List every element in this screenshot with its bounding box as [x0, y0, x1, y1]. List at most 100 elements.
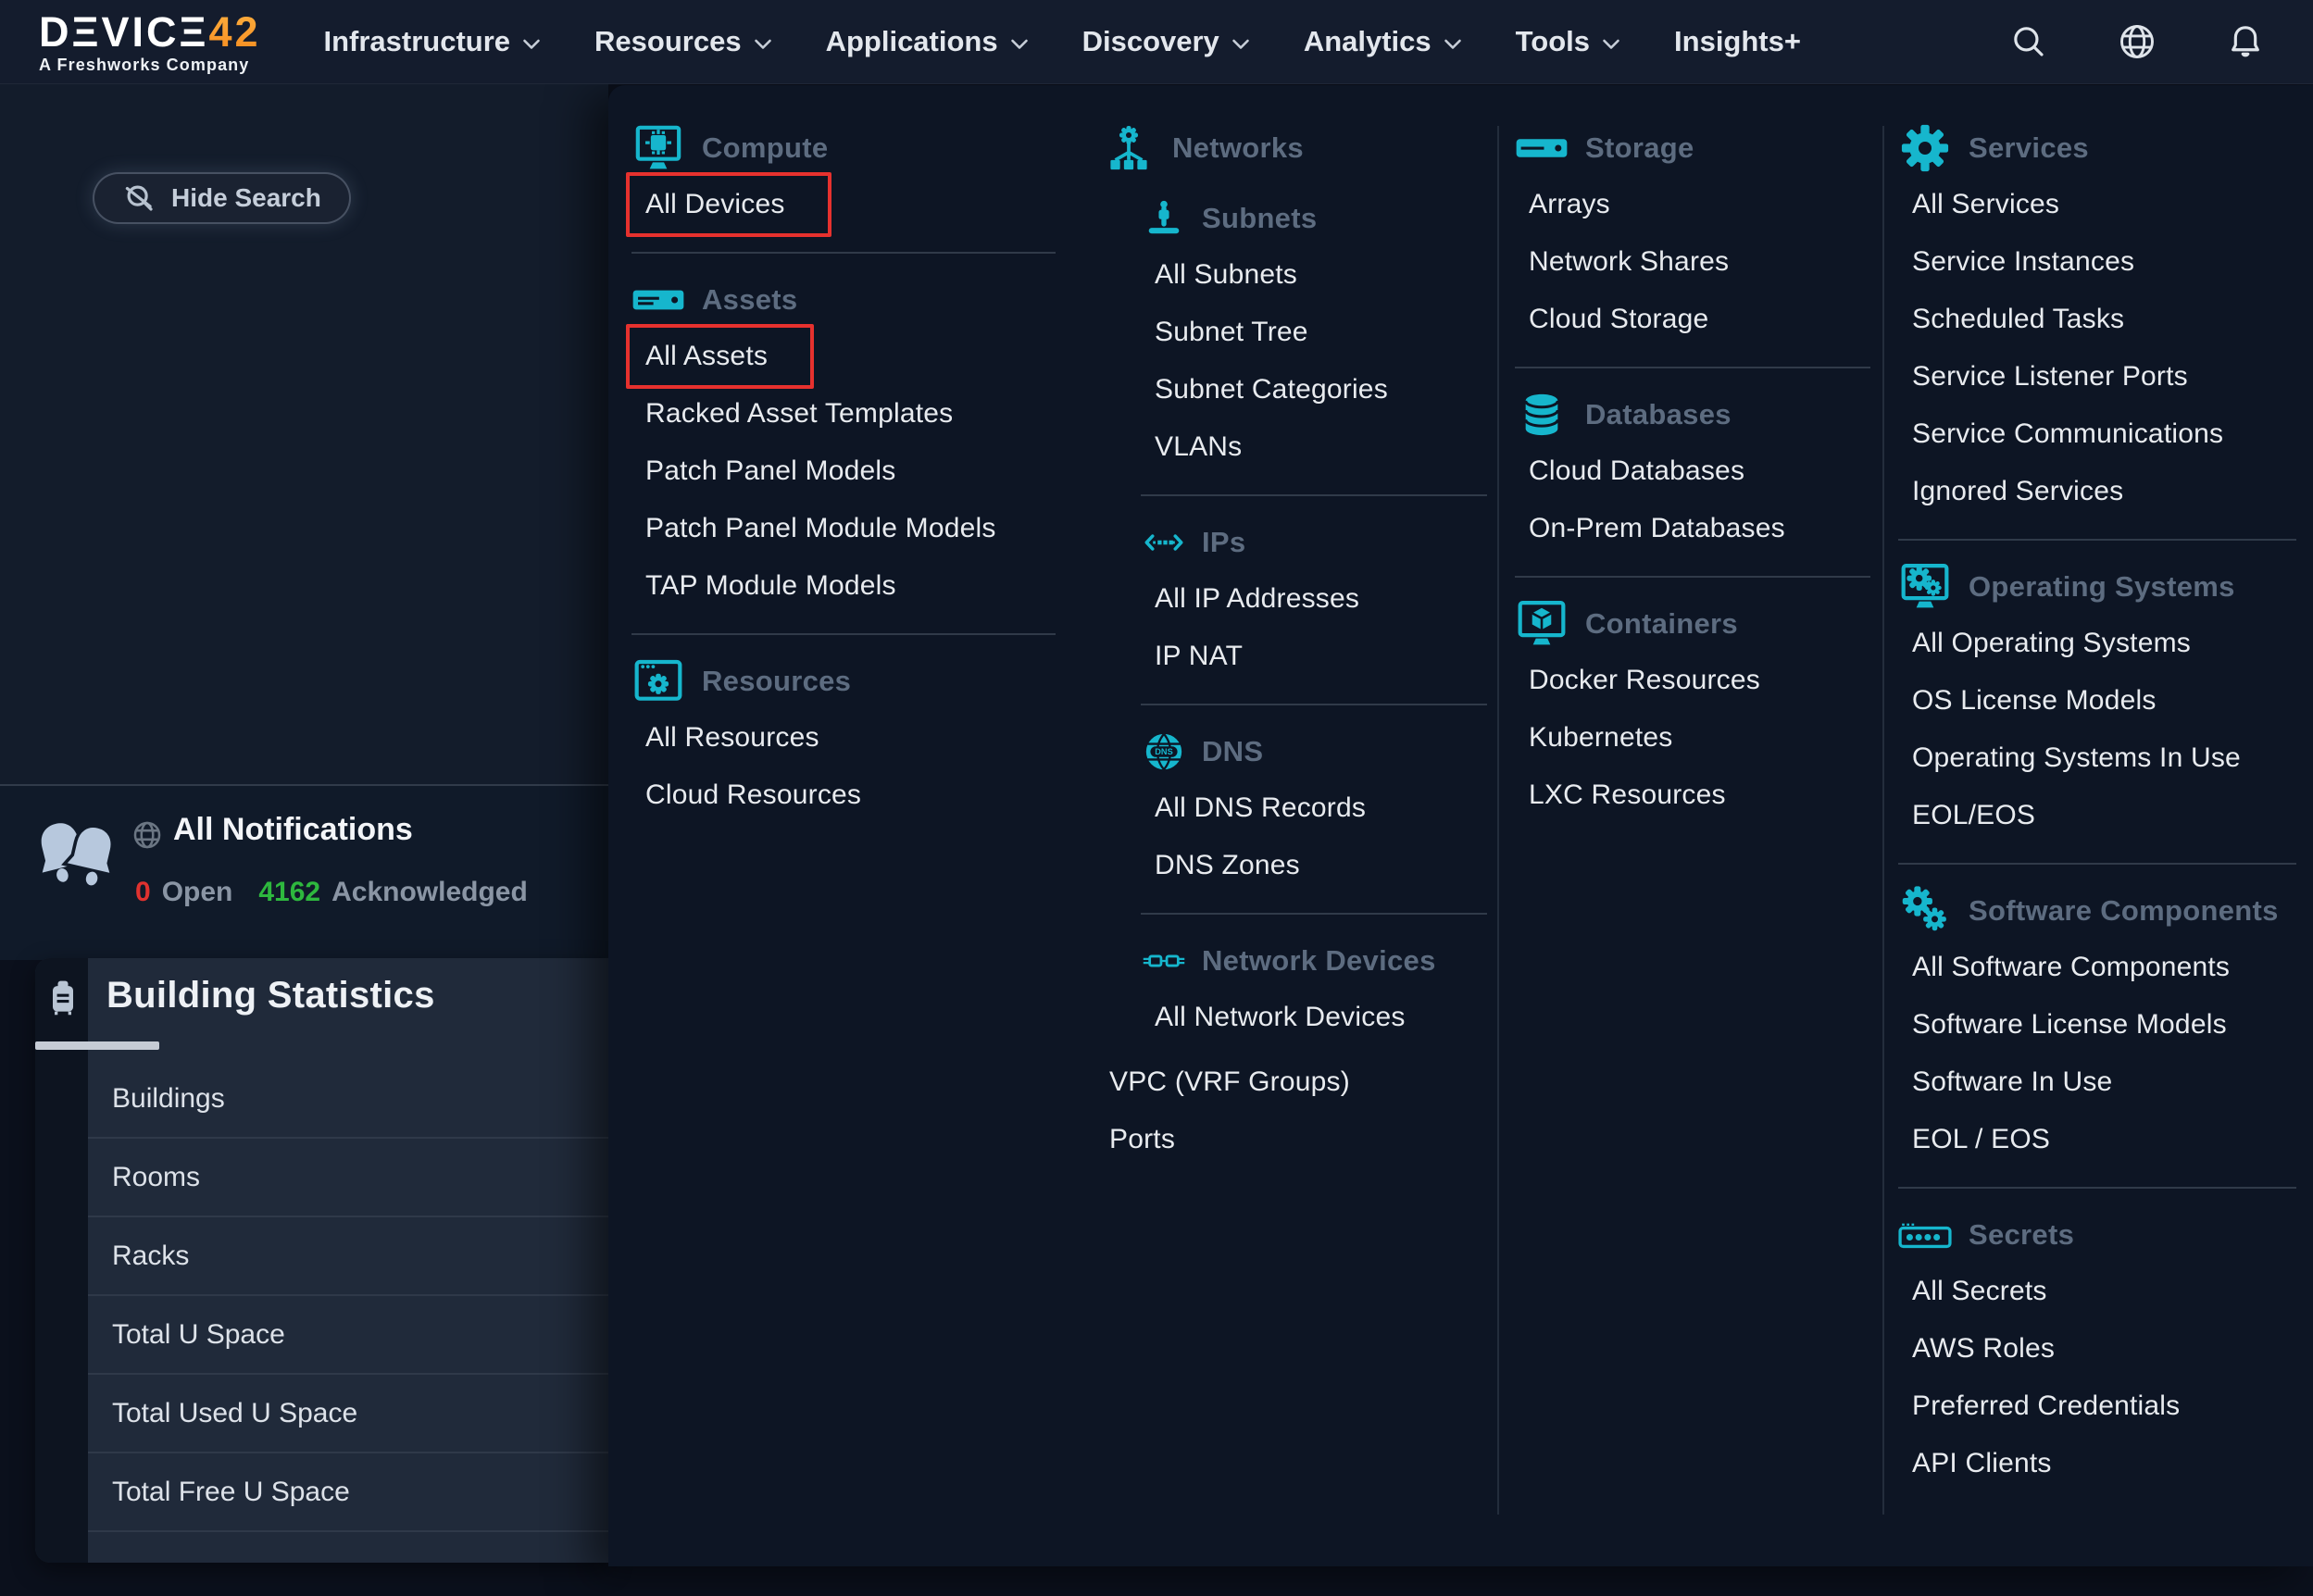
menu-item-all-secrets[interactable]: All Secrets [1898, 1263, 2296, 1320]
menu-section-header-resources: Resources [631, 654, 1056, 709]
menu-item-ip-nat[interactable]: IP NAT [1141, 628, 1487, 685]
menu-section-containers: ContainersDocker ResourcesKubernetesLXC … [1515, 596, 1870, 824]
menu-item-all-services[interactable]: All Services [1898, 176, 2296, 233]
menu-item-patch-panel-models[interactable]: Patch Panel Models [631, 443, 1056, 500]
menu-item-software-in-use[interactable]: Software In Use [1898, 1054, 2296, 1111]
menu-column-networks: Networks Subnets All SubnetsSubnet TreeSub… [1102, 120, 1487, 1168]
menu-item-all-devices[interactable]: All Devices [626, 172, 831, 237]
menu-item-ports[interactable]: Ports [1102, 1111, 1487, 1168]
menu-section-ips: IPsAll IP AddressesIP NAT [1102, 515, 1487, 705]
logo-wordmark: DΞVICΞ42 [39, 8, 261, 56]
globe-icon[interactable] [2117, 21, 2157, 62]
menu-item-preferred-credentials[interactable]: Preferred Credentials [1898, 1378, 2296, 1435]
menu-item-os-license-models[interactable]: OS License Models [1898, 672, 2296, 729]
menu-item-service-listener-ports[interactable]: Service Listener Ports [1898, 348, 2296, 405]
menu-item-ignored-services[interactable]: Ignored Services [1898, 463, 2296, 520]
nav-item-resources[interactable]: Resources [594, 25, 772, 58]
menu-item-all-dns-records[interactable]: All DNS Records [1141, 779, 1487, 837]
menu-item-tap-module-models[interactable]: TAP Module Models [631, 557, 1056, 615]
menu-section-dns: DNSDNSAll DNS RecordsDNS Zones [1102, 724, 1487, 915]
bell-icon[interactable] [2226, 22, 2265, 61]
notifications-title[interactable]: All Notifications [173, 812, 413, 848]
hide-search-button[interactable]: Hide Search [93, 172, 351, 224]
device42-logo[interactable]: DΞVICΞ42 A Freshworks Company [39, 11, 261, 73]
menu-item-cloud-resources[interactable]: Cloud Resources [631, 767, 1056, 824]
storage-icon [1515, 135, 1569, 161]
globe-icon [131, 819, 163, 851]
nav-item-tools[interactable]: Tools [1516, 25, 1620, 58]
building-statistics-rows: BuildingsRoomsRacksTotal U SpaceTotal Us… [88, 1060, 608, 1532]
section-divider [1515, 367, 1870, 368]
menu-item-all-software-components[interactable]: All Software Components [1898, 939, 2296, 996]
column-divider [1882, 126, 1884, 1515]
nav-item-infrastructure[interactable]: Infrastructure [324, 25, 542, 58]
menu-item-subnet-categories[interactable]: Subnet Categories [1141, 361, 1487, 418]
menu-item-all-subnets[interactable]: All Subnets [1141, 246, 1487, 304]
menu-section-title: Services [1969, 131, 2089, 165]
nav-item-discovery[interactable]: Discovery [1082, 25, 1250, 58]
chevron-down-icon [1602, 38, 1620, 51]
column-divider [1497, 126, 1499, 1515]
menu-item-vpc-vrf-groups[interactable]: VPC (VRF Groups) [1102, 1054, 1487, 1111]
menu-item-eol-eos[interactable]: EOL / EOS [1898, 1111, 2296, 1168]
menu-section-header-network-devices: Network Devices [1143, 933, 1487, 989]
menu-item-service-communications[interactable]: Service Communications [1898, 405, 2296, 463]
section-divider [631, 252, 1056, 254]
menu-section-title: Networks [1172, 131, 1304, 165]
chevron-down-icon [754, 38, 772, 51]
open-label: Open [162, 877, 233, 908]
menu-item-kubernetes[interactable]: Kubernetes [1515, 709, 1870, 767]
nav-item-applications[interactable]: Applications [826, 25, 1029, 58]
menu-item-patch-panel-module-models[interactable]: Patch Panel Module Models [631, 500, 1056, 557]
nav-item-analytics[interactable]: Analytics [1304, 25, 1462, 58]
menu-item-lxc-resources[interactable]: LXC Resources [1515, 767, 1870, 824]
section-divider [1898, 539, 2296, 541]
menu-section-title: Assets [702, 283, 797, 317]
chevron-down-icon [522, 38, 541, 51]
menu-section-subnets: Subnets All SubnetsSubnet TreeSubnet Cate… [1102, 191, 1487, 496]
menu-item-all-operating-systems[interactable]: All Operating Systems [1898, 615, 2296, 672]
menu-item-all-assets[interactable]: All Assets [626, 324, 814, 389]
menu-item-arrays[interactable]: Arrays [1515, 176, 1870, 233]
menu-item-service-instances[interactable]: Service Instances [1898, 233, 2296, 291]
menu-item-subnet-tree[interactable]: Subnet Tree [1141, 304, 1487, 361]
menu-item-vlans[interactable]: VLANs [1141, 418, 1487, 476]
menu-item-all-network-devices[interactable]: All Network Devices [1141, 989, 1487, 1046]
building-row-racks[interactable]: Racks [88, 1217, 608, 1296]
menu-section-header-dns: DNSDNS [1143, 724, 1487, 779]
menu-section-header-containers: Containers [1515, 596, 1870, 652]
building-row-total-u-space[interactable]: Total U Space [88, 1296, 608, 1375]
menu-item-docker-resources[interactable]: Docker Resources [1515, 652, 1870, 709]
menu-item-racked-asset-templates[interactable]: Racked Asset Templates [631, 385, 1056, 443]
menu-item-aws-roles[interactable]: AWS Roles [1898, 1320, 2296, 1378]
menu-section-title: Secrets [1969, 1218, 2074, 1252]
section-divider [1141, 704, 1487, 705]
menu-item-scheduled-tasks[interactable]: Scheduled Tasks [1898, 291, 2296, 348]
nav-item-insights[interactable]: Insights+ [1674, 25, 1801, 58]
section-divider [1515, 576, 1870, 578]
acknowledged-label: Acknowledged [331, 877, 528, 908]
building-row-buildings[interactable]: Buildings [88, 1060, 608, 1139]
menu-item-eol-eos[interactable]: EOL/EOS [1898, 787, 2296, 844]
menu-item-dns-zones[interactable]: DNS Zones [1141, 837, 1487, 894]
menu-item-software-license-models[interactable]: Software License Models [1898, 996, 2296, 1054]
notifications-panel[interactable]: All Notifications 0 Open 4162 Acknowledg… [0, 784, 608, 960]
menu-section-title: Subnets [1202, 202, 1317, 235]
menu-item-all-ip-addresses[interactable]: All IP Addresses [1141, 570, 1487, 628]
building-statistics-title: Building Statistics [106, 975, 435, 1016]
menu-item-network-shares[interactable]: Network Shares [1515, 233, 1870, 291]
building-row-total-used-u-space[interactable]: Total Used U Space [88, 1375, 608, 1453]
menu-item-cloud-databases[interactable]: Cloud Databases [1515, 443, 1870, 500]
menu-item-cloud-storage[interactable]: Cloud Storage [1515, 291, 1870, 348]
chevron-down-icon [1010, 38, 1029, 51]
building-row-total-free-u-space[interactable]: Total Free U Space [88, 1453, 608, 1532]
menu-item-api-clients[interactable]: API Clients [1898, 1435, 2296, 1492]
menu-section-header-services: Services [1898, 120, 2296, 176]
menu-item-operating-systems-in-use[interactable]: Operating Systems In Use [1898, 729, 2296, 787]
menu-item-on-prem-databases[interactable]: On-Prem Databases [1515, 500, 1870, 557]
building-row-rooms[interactable]: Rooms [88, 1139, 608, 1217]
search-icon[interactable] [2009, 22, 2048, 61]
menu-item-all-resources[interactable]: All Resources [631, 709, 1056, 767]
menu-section-header-subnets: Subnets [1143, 191, 1487, 246]
search-slash-icon [122, 181, 157, 216]
